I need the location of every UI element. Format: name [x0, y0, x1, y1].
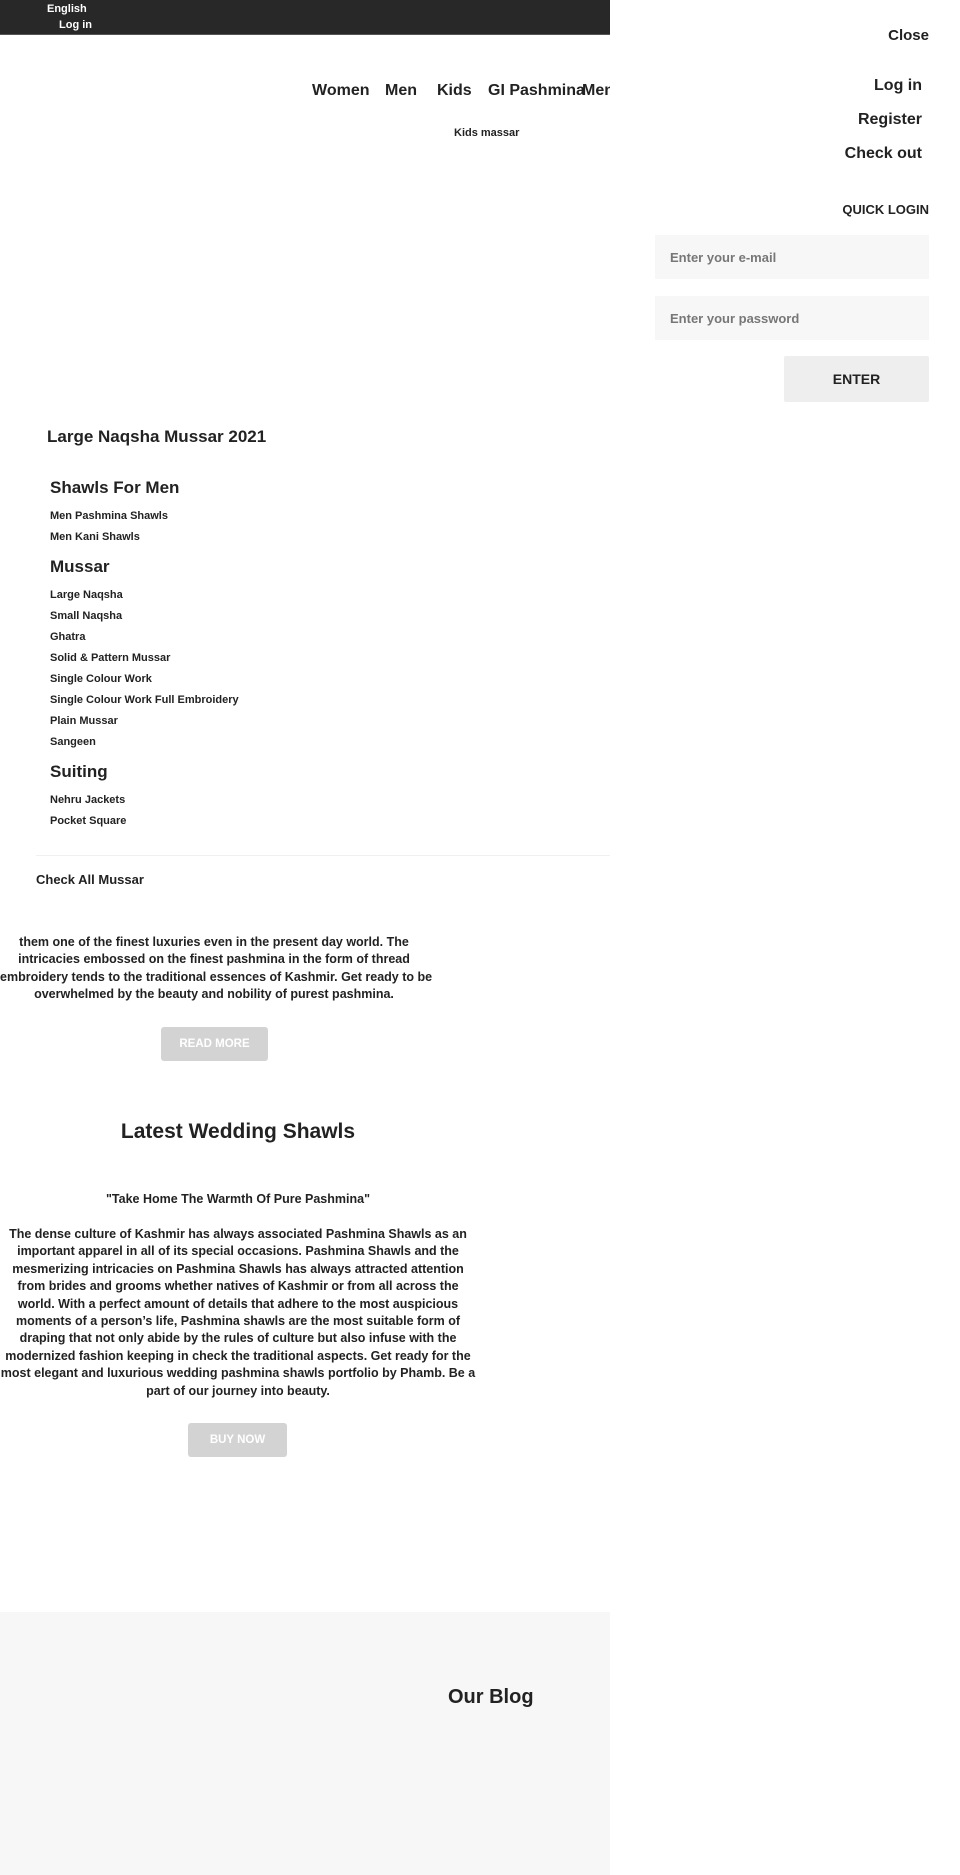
read-more-button[interactable]: READ MORE	[161, 1027, 268, 1061]
password-input[interactable]	[655, 296, 929, 340]
menu-item[interactable]: Sangeen	[50, 736, 96, 748]
menu-item[interactable]: Single Colour Work Full Embroidery	[50, 694, 239, 706]
close-button[interactable]: Close	[888, 27, 929, 44]
group-heading-suiting[interactable]: Suiting	[50, 762, 108, 782]
menu-item[interactable]: Pocket Square	[50, 815, 126, 827]
nav-men-2[interactable]: Men	[582, 82, 610, 99]
language-selector[interactable]: English	[47, 3, 87, 15]
nav-women[interactable]: Women	[312, 82, 369, 100]
quick-login-heading: QUICK LOGIN	[842, 202, 929, 217]
intro-line: overwhelmed by the beauty and nobility o…	[34, 987, 394, 1002]
menu-item[interactable]: Plain Mussar	[50, 715, 118, 727]
wedding-quote: "Take Home The Warmth Of Pure Pashmina"	[106, 1192, 370, 1206]
divider	[36, 855, 610, 856]
nav-kids[interactable]: Kids	[437, 82, 472, 100]
enter-button[interactable]: ENTER	[784, 356, 929, 402]
intro-line: them one of the finest luxuries even in …	[19, 935, 409, 949]
top-bar: English Log in	[0, 0, 610, 35]
buy-now-button[interactable]: BUY NOW	[188, 1423, 287, 1457]
menu-item[interactable]: Ghatra	[50, 631, 85, 643]
intro-text: them one of the finest luxuries even in …	[0, 934, 433, 1014]
menu-item[interactable]: Men Pashmina Shawls	[50, 510, 168, 522]
blog-section: Our Blog	[0, 1612, 610, 1875]
wedding-title: Latest Wedding Shawls	[120, 1120, 356, 1143]
intro-line: intricacies embossed on the finest pashm…	[18, 952, 410, 967]
submenu-kids-massar[interactable]: Kids massar	[454, 127, 519, 139]
intro-line: embroidery tends to the traditional esse…	[0, 969, 433, 984]
nav-men[interactable]: Men	[385, 82, 417, 100]
mega-menu-title[interactable]: Large Naqsha Mussar 2021	[47, 427, 266, 447]
group-heading-mussar[interactable]: Mussar	[50, 557, 110, 577]
menu-item[interactable]: Men Kani Shawls	[50, 531, 140, 543]
menu-item[interactable]: Solid & Pattern Mussar	[50, 652, 170, 664]
menu-item[interactable]: Nehru Jackets	[50, 794, 125, 806]
menu-item[interactable]: Large Naqsha	[50, 589, 123, 601]
side-register-link[interactable]: Register	[858, 111, 922, 129]
top-login-link[interactable]: Log in	[59, 19, 92, 31]
email-input[interactable]	[655, 235, 929, 279]
side-login-link[interactable]: Log in	[874, 77, 922, 95]
group-heading-shawls-for-men[interactable]: Shawls For Men	[50, 478, 179, 498]
menu-item[interactable]: Single Colour Work	[50, 673, 152, 685]
side-checkout-link[interactable]: Check out	[845, 145, 922, 163]
blog-title: Our Blog	[448, 1686, 534, 1708]
nav-gi-pashmina[interactable]: GI Pashmina	[488, 82, 585, 100]
menu-item[interactable]: Small Naqsha	[50, 610, 122, 622]
wedding-body: The dense culture of Kashmir has always …	[0, 1227, 476, 1398]
check-all-mussar-link[interactable]: Check All Mussar	[36, 872, 144, 887]
